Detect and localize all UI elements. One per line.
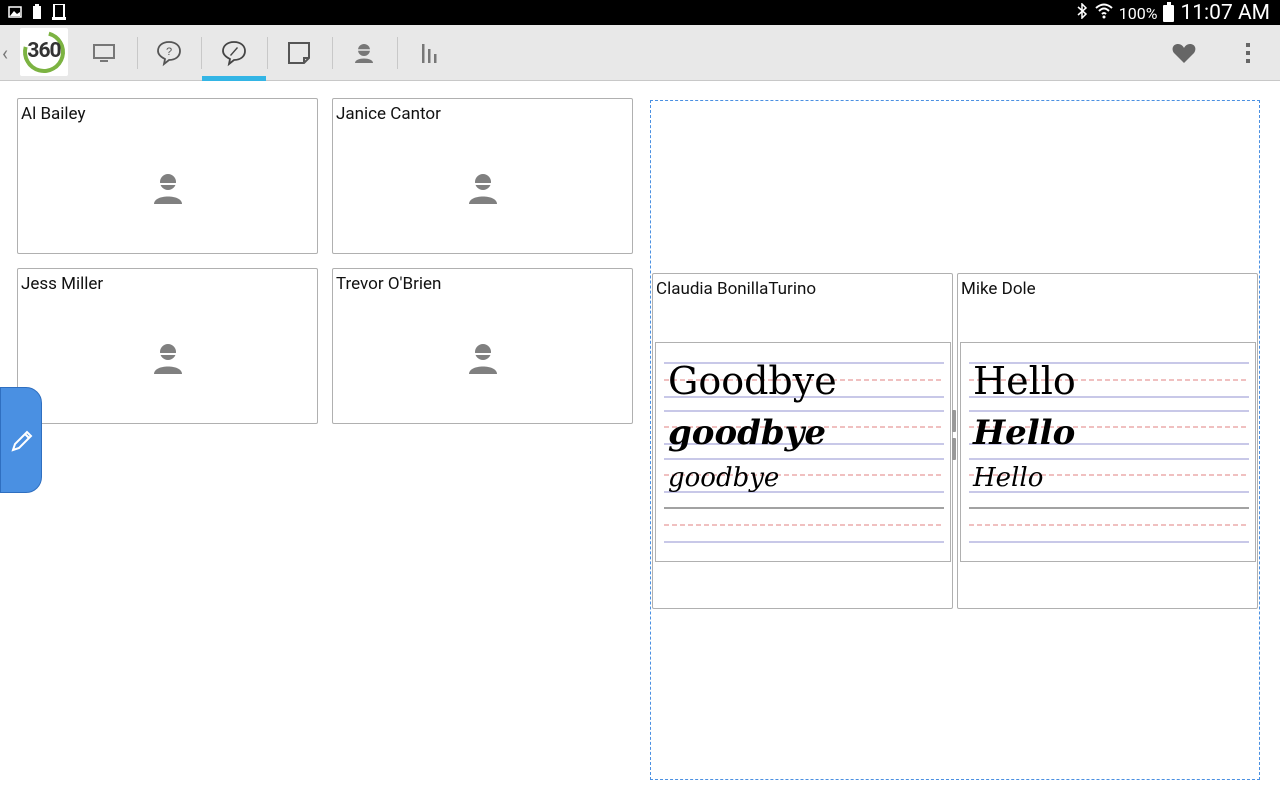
more-vert-icon xyxy=(1246,43,1250,63)
handwriting-line: Hello xyxy=(973,413,1076,453)
student-button[interactable] xyxy=(332,25,396,81)
heart-icon xyxy=(1172,44,1196,63)
battery-percent: 100% xyxy=(1118,3,1158,23)
battery-notification-icon xyxy=(30,4,44,20)
comparison-card[interactable]: Claudia BonillaTurino Goodbye goodbye go… xyxy=(652,273,953,609)
handwriting-line: goodbye xyxy=(668,413,827,453)
comparison-card[interactable]: Mike Dole Hello Hello Hello xyxy=(957,273,1258,609)
question-bubble-icon: ? xyxy=(157,41,181,67)
student-tile[interactable]: Janice Cantor xyxy=(332,98,633,254)
status-bar: 100% 11:07 AM xyxy=(0,0,1280,25)
notification-icons xyxy=(8,3,66,20)
student-name: Trevor O'Brien xyxy=(336,274,442,294)
student-avatar-icon xyxy=(469,174,497,204)
monitor-icon xyxy=(93,44,115,62)
favorite-button[interactable] xyxy=(1152,25,1216,81)
back-chevron-icon[interactable]: ‹ xyxy=(2,41,8,65)
student-name: Al Bailey xyxy=(21,104,86,124)
student-name: Jess Miller xyxy=(21,274,104,294)
student-avatar-icon xyxy=(469,344,497,374)
monitor-button[interactable] xyxy=(72,25,136,81)
action-bar: ‹ 360 ? xyxy=(0,23,1280,81)
logo-text: 360 xyxy=(27,39,61,63)
svg-text:?: ? xyxy=(166,46,172,58)
overflow-menu-button[interactable] xyxy=(1216,25,1280,81)
student-tile[interactable]: Jess Miller xyxy=(17,268,318,424)
student-avatar-icon xyxy=(154,344,182,374)
note-button[interactable] xyxy=(267,25,331,81)
battery-icon xyxy=(1163,1,1175,22)
phone-notification-icon xyxy=(52,3,66,20)
student-avatar-icon xyxy=(154,174,182,204)
handwriting-button[interactable] xyxy=(202,25,266,81)
pencil-icon xyxy=(11,430,33,452)
bluetooth-icon xyxy=(1075,2,1089,23)
student-name: Claudia BonillaTurino xyxy=(656,279,817,299)
app-logo[interactable]: 360 xyxy=(15,23,73,81)
student-tile[interactable]: Trevor O'Brien xyxy=(332,268,633,424)
student-icon xyxy=(355,44,373,63)
clock: 11:07 AM xyxy=(1180,1,1270,25)
student-tile[interactable]: Al Bailey xyxy=(17,98,318,254)
pen-bubble-icon xyxy=(222,41,246,67)
handwriting-paper: Hello Hello Hello xyxy=(960,342,1256,562)
student-name: Mike Dole xyxy=(961,279,1036,299)
student-name: Janice Cantor xyxy=(336,104,441,124)
drawing-tool-tab[interactable] xyxy=(0,387,42,493)
handwriting-line: Hello xyxy=(973,463,1044,493)
handwriting-line: Goodbye xyxy=(668,359,837,403)
bar-chart-icon xyxy=(422,44,437,63)
handwriting-paper: Goodbye goodbye goodbye xyxy=(655,342,951,562)
results-button[interactable] xyxy=(397,25,461,81)
question-button[interactable]: ? xyxy=(137,25,201,81)
wifi-icon xyxy=(1095,3,1113,23)
gallery-notification-icon xyxy=(8,4,22,20)
handwriting-line: goodbye xyxy=(668,463,780,493)
handwriting-line: Hello xyxy=(973,359,1076,403)
note-icon xyxy=(288,42,310,64)
